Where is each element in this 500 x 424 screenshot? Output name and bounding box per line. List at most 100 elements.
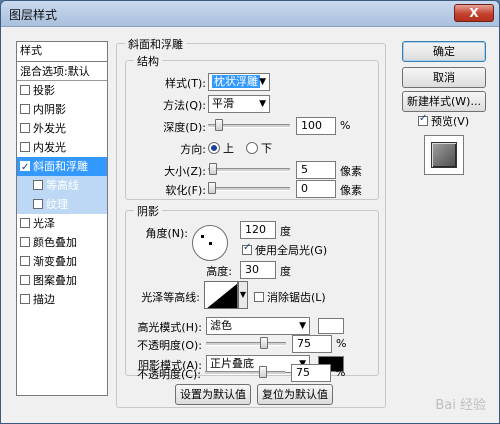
checkbox-empty-icon[interactable] — [254, 292, 264, 302]
styles-item-label: 等高线 — [46, 179, 79, 192]
radio-empty-icon[interactable] — [246, 142, 258, 154]
checkbox-empty-icon[interactable] — [20, 85, 30, 95]
contour-curve-icon — [207, 283, 237, 308]
styles-item-label: 投影 — [33, 84, 55, 97]
highlight-opacity-unit: % — [336, 337, 347, 350]
styles-item-label: 颜色叠加 — [33, 236, 77, 249]
styles-item[interactable]: 渐变叠加 — [17, 252, 107, 271]
radio-selected-icon[interactable] — [208, 142, 220, 154]
styles-item[interactable]: 图案叠加 — [17, 271, 107, 290]
depth-input[interactable]: 100 — [296, 117, 336, 135]
preview-swatch — [431, 142, 457, 168]
shadow-opacity-thumb[interactable] — [259, 366, 267, 378]
checkbox-empty-icon[interactable] — [20, 142, 30, 152]
shading-title: 阴影 — [134, 203, 162, 219]
shadow-mode-value: 正片叠底 — [210, 357, 254, 370]
close-button[interactable]: X — [454, 4, 494, 22]
highlight-opacity-track[interactable] — [206, 342, 286, 346]
checkbox-empty-icon[interactable] — [33, 180, 43, 190]
reset-default-button[interactable]: 复位为默认值 — [257, 384, 333, 405]
checkbox-empty-icon[interactable] — [20, 237, 30, 247]
technique-select[interactable]: 平滑 ▼ — [208, 95, 270, 113]
size-slider-thumb[interactable] — [209, 163, 218, 175]
styles-item[interactable]: 内阴影 — [17, 100, 107, 119]
shadow-opacity-unit: % — [335, 366, 346, 379]
shadow-opacity-track[interactable] — [205, 371, 285, 375]
style-label: 样式(T): — [164, 77, 206, 90]
highlight-opacity-thumb[interactable] — [260, 337, 268, 349]
new-style-button[interactable]: 新建样式(W)... — [402, 91, 486, 112]
highlight-mode-select[interactable]: 滤色 ▼ — [206, 317, 310, 335]
preview-label: 预览(V) — [431, 115, 470, 128]
styles-item-label: 描边 — [33, 293, 55, 306]
technique-label: 方法(Q): — [163, 99, 206, 112]
styles-item[interactable]: 光泽 — [17, 214, 107, 233]
checkbox-checked-icon[interactable] — [242, 242, 252, 255]
preview-checkbox[interactable]: 预览(V) — [418, 113, 469, 129]
highlight-opacity-input[interactable]: 75 — [292, 335, 332, 353]
antialias-checkbox[interactable]: 消除锯齿(L) — [254, 289, 326, 305]
styles-item[interactable]: 内发光 — [17, 138, 107, 157]
styles-item-label: 外发光 — [33, 122, 66, 135]
global-light-checkbox[interactable]: 使用全局光(G) — [242, 242, 327, 258]
checkbox-checked-icon[interactable] — [20, 158, 30, 177]
angle-input[interactable]: 120 — [240, 221, 276, 239]
chevron-down-icon: ▼ — [299, 321, 306, 331]
make-default-button[interactable]: 设置为默认值 — [175, 384, 251, 405]
styles-item[interactable]: 外发光 — [17, 119, 107, 138]
cancel-button[interactable]: 取消 — [402, 67, 486, 88]
styles-item[interactable]: 描边 — [17, 290, 107, 309]
global-light-label: 使用全局光(G) — [255, 244, 328, 257]
styles-item-label: 图案叠加 — [33, 274, 77, 287]
style-preview — [424, 135, 464, 175]
ok-button[interactable]: 确定 — [402, 41, 486, 62]
chevron-down-icon: ▼ — [259, 77, 266, 87]
direction-up-label: 上 — [223, 142, 234, 155]
soften-slider-track[interactable] — [208, 187, 290, 191]
checkbox-empty-icon[interactable] — [33, 199, 43, 209]
styles-item[interactable]: 颜色叠加 — [17, 233, 107, 252]
checkbox-empty-icon[interactable] — [20, 294, 30, 304]
layer-style-dialog: 图层样式 X 样式 混合选项:默认投影内阴影外发光内发光斜面和浮雕等高线纹理光泽… — [0, 0, 500, 424]
chevron-down-icon: ▼ — [259, 99, 266, 109]
soften-input[interactable]: 0 — [296, 180, 336, 198]
gloss-contour-preview[interactable] — [204, 281, 238, 309]
styles-item[interactable]: 斜面和浮雕 — [17, 157, 107, 177]
size-slider-track[interactable] — [208, 168, 290, 172]
direction-down-label: 下 — [261, 142, 272, 155]
angle-dial[interactable] — [192, 225, 228, 261]
size-input[interactable]: 5 — [296, 161, 336, 179]
styles-item[interactable]: 投影 — [17, 81, 107, 100]
depth-slider-thumb[interactable] — [215, 119, 224, 131]
checkbox-empty-icon[interactable] — [20, 104, 30, 114]
checkbox-checked-icon[interactable] — [418, 113, 428, 126]
direction-down-option[interactable]: 下 — [246, 140, 272, 156]
styles-item[interactable]: 纹理 — [17, 195, 107, 214]
checkbox-empty-icon[interactable] — [20, 123, 30, 133]
structure-title: 结构 — [134, 53, 162, 69]
styles-item[interactable]: 混合选项:默认 — [17, 62, 107, 81]
highlight-color-swatch[interactable] — [318, 318, 344, 334]
soften-unit: 像素 — [340, 184, 362, 197]
bevel-emboss-title: 斜面和浮雕 — [125, 36, 186, 52]
highlight-opacity-label: 不透明度(O): — [137, 339, 202, 352]
styles-item-label: 光泽 — [33, 217, 55, 230]
shadow-opacity-input[interactable]: 75 — [291, 364, 331, 382]
styles-list-header[interactable]: 样式 — [17, 42, 107, 62]
highlight-mode-value: 滤色 — [210, 319, 232, 332]
soften-slider-thumb[interactable] — [208, 182, 216, 194]
style-select[interactable]: 枕状浮雕 ▼ — [208, 73, 270, 91]
technique-select-value: 平滑 — [212, 97, 234, 110]
styles-item[interactable]: 等高线 — [17, 176, 107, 195]
altitude-input[interactable]: 30 — [240, 261, 276, 279]
checkbox-empty-icon[interactable] — [20, 275, 30, 285]
window-title: 图层样式 — [9, 8, 58, 22]
chevron-down-icon[interactable]: ▼ — [238, 281, 248, 309]
bevel-emboss-group: 斜面和浮雕 结构 样式(T): 枕状浮雕 ▼ 方法(Q): 平滑 ▼ 深度(D)… — [116, 36, 386, 408]
checkbox-empty-icon[interactable] — [20, 256, 30, 266]
shading-group: 阴影 角度(N): 120 度 使用全局光(G) 高度: 30 度 光泽等高线:… — [125, 203, 379, 376]
dialog-body: 样式 混合选项:默认投影内阴影外发光内发光斜面和浮雕等高线纹理光泽颜色叠加渐变叠… — [6, 31, 494, 419]
checkbox-empty-icon[interactable] — [20, 218, 30, 228]
direction-up-option[interactable]: 上 — [208, 140, 234, 156]
angle-label: 角度(N): — [145, 227, 188, 240]
